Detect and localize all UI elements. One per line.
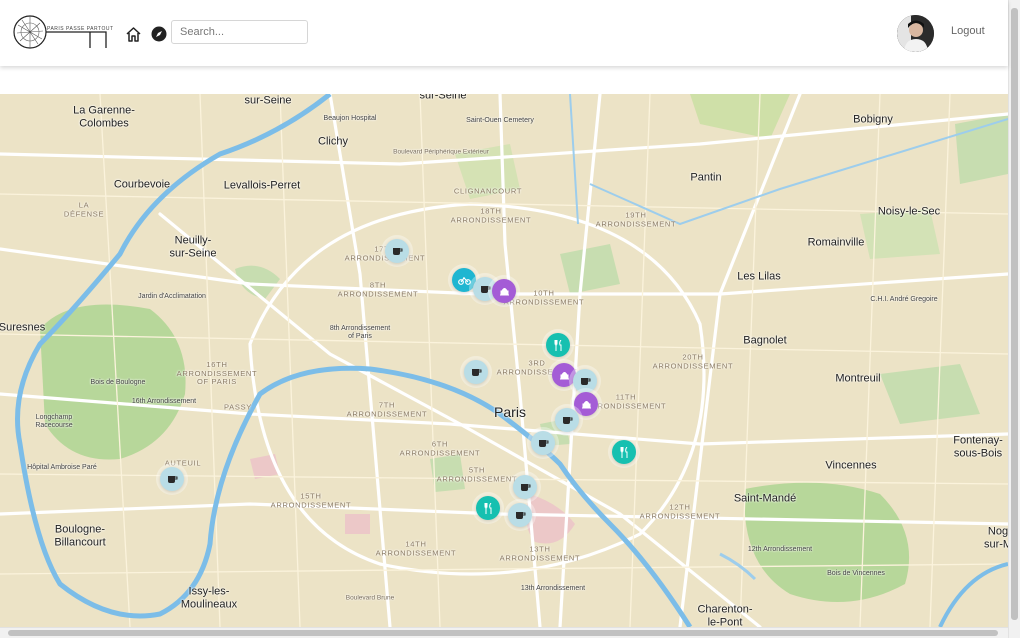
poi-marker-cafe[interactable] xyxy=(385,239,409,263)
poi-marker-restaurant[interactable] xyxy=(476,496,500,520)
map-label-hopital: Hôpital Ambroise Paré xyxy=(27,463,97,471)
map-label-clignancourt: CLIGNANCOURT xyxy=(453,186,523,196)
map-label-noisy: Noisy-le-Sec xyxy=(877,205,941,218)
home-icon[interactable] xyxy=(125,26,142,43)
map-label-arr16: 16TH ARRONDISSEMENT OF PARIS xyxy=(176,360,258,387)
map-label-les-lilas: Les Lilas xyxy=(737,270,781,283)
map-label-clichy: Clichy xyxy=(318,135,348,148)
coffee-icon xyxy=(167,475,178,484)
map-label-bobigny: Bobigny xyxy=(853,113,893,126)
map-label-la-garenne: La Garenne- Colombes xyxy=(73,104,135,129)
poi-marker-restaurant[interactable] xyxy=(612,440,636,464)
horizontal-scrollbar[interactable] xyxy=(0,627,1008,638)
coffee-icon xyxy=(392,247,403,256)
map-label-la-defense: LA DÉFENSE xyxy=(63,200,105,218)
map-label-arr6: 6TH ARRONDISSEMENT xyxy=(399,439,481,457)
map-label-jardin: Jardin d'Acclimatation xyxy=(138,292,206,300)
poi-marker-cafe[interactable] xyxy=(513,475,537,499)
utensils-icon xyxy=(554,339,563,351)
utensils-icon xyxy=(620,446,629,458)
poi-marker-cafe[interactable] xyxy=(464,360,488,384)
monument-icon xyxy=(499,286,510,296)
map-label-suresnes: Suresnes xyxy=(0,321,46,334)
map-label-courbevoie: Courbevoie xyxy=(113,178,171,191)
poi-marker-cafe[interactable] xyxy=(160,467,184,491)
compass-icon[interactable] xyxy=(151,26,167,42)
map-label-periph: Boulevard Périphérique Extérieur xyxy=(393,148,489,156)
map-label-arr5: 5TH ARRONDISSEMENT xyxy=(436,465,518,483)
map-label-charenton: Charenton- le-Pont xyxy=(697,603,753,627)
map-label-pantin: Pantin xyxy=(690,171,722,184)
map-label-nogent: Nog sur-M xyxy=(983,525,1008,550)
map-label-issy: Issy-les- Moulineaux xyxy=(180,585,238,610)
map-label-saint-mande: Saint-Mandé xyxy=(733,492,797,505)
coffee-icon xyxy=(580,377,591,386)
map-label-boulogne: Boulogne- Billancourt xyxy=(54,523,106,548)
map-label-bagnolet: Bagnolet xyxy=(743,334,787,347)
map-label-arr12: 12TH ARRONDISSEMENT xyxy=(639,502,721,520)
map-label-paris: Paris xyxy=(494,403,526,420)
map-label-chu: C.H.I. André Gregoire xyxy=(870,295,938,303)
utensils-icon xyxy=(484,502,493,514)
monument-icon xyxy=(581,399,592,409)
poi-marker-landmark[interactable] xyxy=(492,279,516,303)
map-label-arr12b: 12th Arrondissement xyxy=(747,545,813,553)
map-label-arr20: 20TH ARRONDISSEMENT xyxy=(652,352,734,370)
map-label-montreuil: Montreuil xyxy=(835,372,881,385)
monument-icon xyxy=(559,370,570,380)
map-label-arr7: 7TH ARRONDISSEMENT xyxy=(346,400,428,418)
map-label-levallois: Levallois-Perret xyxy=(223,179,301,192)
map-label-romainville: Romainville xyxy=(807,236,865,249)
map-label-arr14: 14TH ARRONDISSEMENT xyxy=(375,539,457,557)
user-avatar[interactable] xyxy=(897,15,934,52)
poi-marker-cafe[interactable] xyxy=(508,503,532,527)
coffee-icon xyxy=(562,416,573,425)
map-label-fontenay: Fontenay- sous-Bois xyxy=(953,434,1003,459)
scrollbar-thumb[interactable] xyxy=(8,630,998,636)
map-label-sur-seine-west: sur-Seine xyxy=(244,94,292,107)
coffee-icon xyxy=(538,439,549,448)
map-label-bois-vincennes: Bois de Vincennes xyxy=(827,569,885,577)
vertical-scrollbar[interactable] xyxy=(1008,0,1020,638)
map-label-st-ouen: Saint-Ouen Cemetery xyxy=(466,116,534,124)
poi-marker-cafe[interactable] xyxy=(531,431,555,455)
map-label-arr8b: 8th Arrondissement of Paris xyxy=(329,324,391,340)
bicycle-icon xyxy=(457,276,471,285)
map-label-arr16b: 16th Arrondissement xyxy=(131,397,197,405)
map-label-arr15: 15TH ARRONDISSEMENT xyxy=(270,491,352,509)
coffee-icon xyxy=(515,511,526,520)
map-label-passy: PASSY xyxy=(224,402,252,412)
map-label-bd-brune: Boulevard Brune xyxy=(345,594,395,602)
map-label-vincennes: Vincennes xyxy=(825,459,877,472)
map-label-longchamp: Longchamp Racecourse xyxy=(35,413,73,429)
map-label-arr8: 8TH ARRONDISSEMENT xyxy=(337,280,419,298)
logout-link[interactable]: Logout xyxy=(951,25,985,37)
logo-mark-icon xyxy=(13,15,107,49)
map-label-bois-boulogne: Bois de Boulogne xyxy=(90,378,146,386)
coffee-icon xyxy=(471,368,482,377)
map-canvas[interactable]: sur-Seine sur-Seine Beaujon Hospital Sai… xyxy=(0,94,1008,627)
app-header: PARIS PASSE PARTOUT Logout xyxy=(0,0,1008,66)
map-label-arr18: 18TH ARRONDISSEMENT xyxy=(450,206,532,224)
scrollbar-thumb[interactable] xyxy=(1011,8,1018,620)
map-label-beaujon: Beaujon Hospital xyxy=(323,114,377,122)
coffee-icon xyxy=(480,285,491,294)
map-label-sur-seine-north: sur-Seine xyxy=(419,94,467,102)
logo-text: PARIS PASSE PARTOUT xyxy=(47,26,114,32)
poi-marker-cafe[interactable] xyxy=(555,408,579,432)
site-logo[interactable] xyxy=(13,15,107,49)
poi-marker-landmark[interactable] xyxy=(574,392,598,416)
search-input[interactable] xyxy=(171,20,308,44)
map-label-neuilly: Neuilly- sur-Seine xyxy=(169,234,217,259)
poi-marker-restaurant[interactable] xyxy=(546,333,570,357)
coffee-icon xyxy=(520,483,531,492)
map-label-arr13: 13TH ARRONDISSEMENT xyxy=(499,544,581,562)
poi-marker-cafe[interactable] xyxy=(573,369,597,393)
map-label-arr13b: 13th Arrondissement xyxy=(520,584,586,592)
map-label-arr19: 19TH ARRONDISSEMENT xyxy=(595,210,677,228)
